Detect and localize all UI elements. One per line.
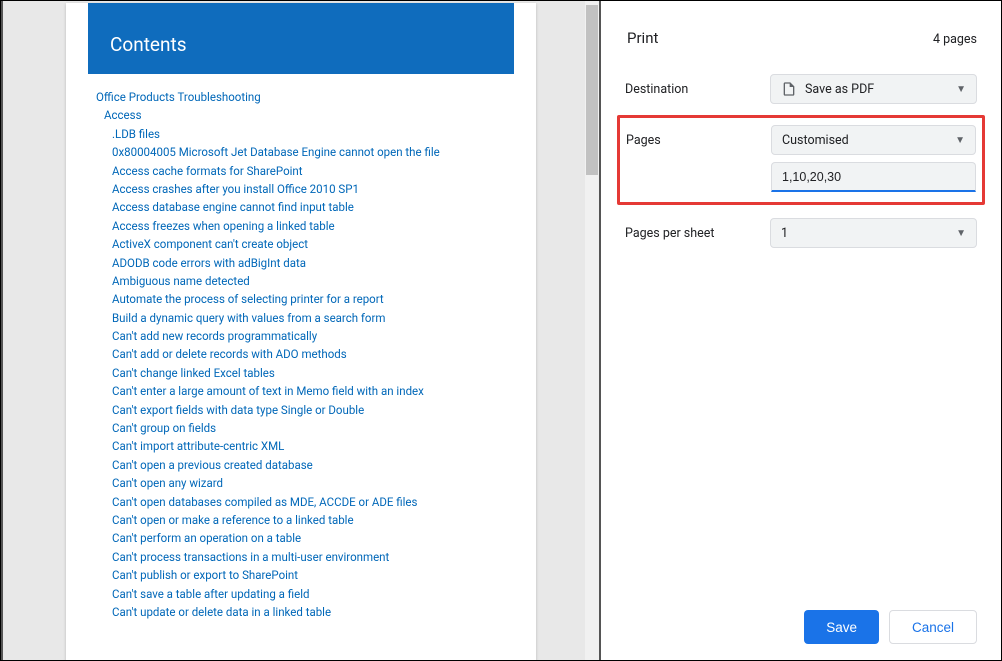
toc-link[interactable]: Can't process transactions in a multi-us… xyxy=(112,548,514,566)
pages-mode-dropdown[interactable]: Customised ▼ xyxy=(771,125,976,155)
toc-link[interactable]: .LDB files xyxy=(112,125,514,143)
destination-dropdown[interactable]: Save as PDF ▼ xyxy=(770,74,977,104)
toc-link[interactable]: Can't group on fields xyxy=(112,419,514,437)
print-settings-pane: Print 4 pages Destination Save as PDF ▼ xyxy=(601,1,1001,660)
preview-scrollbar-thumb[interactable] xyxy=(586,5,598,175)
toc-link[interactable]: Can't open any wizard xyxy=(112,474,514,492)
toc-link[interactable]: ADODB code errors with adBigInt data xyxy=(112,254,514,272)
toc-link[interactable]: Can't enter a large amount of text in Me… xyxy=(112,382,514,400)
toc-link[interactable]: Can't perform an operation on a table xyxy=(112,529,514,547)
print-preview-pane: Contents Office Products Troubleshooting… xyxy=(1,1,601,660)
pages-per-sheet-label: Pages per sheet xyxy=(625,226,770,241)
page-count: 4 pages xyxy=(933,32,977,47)
toc-link[interactable]: Can't publish or export to SharePoint xyxy=(112,566,514,584)
cancel-button[interactable]: Cancel xyxy=(889,610,977,644)
toc-link[interactable]: Build a dynamic query with values from a… xyxy=(112,309,514,327)
pages-per-sheet-value: 1 xyxy=(781,226,788,241)
toc-link[interactable]: Can't save a table after updating a fiel… xyxy=(112,585,514,603)
toc-link[interactable]: Access xyxy=(104,106,514,124)
pages-mode-value: Customised xyxy=(782,133,849,148)
toc-link[interactable]: Access database engine cannot find input… xyxy=(112,198,514,216)
destination-label: Destination xyxy=(625,82,770,97)
toc-link[interactable]: Can't open or make a reference to a link… xyxy=(112,511,514,529)
pages-per-sheet-dropdown[interactable]: 1 ▼ xyxy=(770,218,977,248)
pages-input[interactable] xyxy=(771,162,976,192)
toc-link[interactable]: Can't add new records programmatically xyxy=(112,327,514,345)
preview-scrollbar[interactable] xyxy=(585,1,599,660)
toc-link[interactable]: Ambiguous name detected xyxy=(112,272,514,290)
chevron-down-icon: ▼ xyxy=(955,135,965,146)
print-title: Print xyxy=(627,29,658,47)
toc-link[interactable]: Access freezes when opening a linked tab… xyxy=(112,217,514,235)
destination-value: Save as PDF xyxy=(805,82,874,97)
pdf-icon xyxy=(781,81,797,97)
toc-link[interactable]: Access crashes after you install Office … xyxy=(112,180,514,198)
preview-scroll-area[interactable]: Contents Office Products Troubleshooting… xyxy=(3,1,599,660)
toc-link[interactable]: 0x80004005 Microsoft Jet Database Engine… xyxy=(112,143,514,161)
toc-link[interactable]: Can't export fields with data type Singl… xyxy=(112,401,514,419)
toc-link[interactable]: Can't update or delete data in a linked … xyxy=(112,603,514,621)
preview-page: Contents Office Products Troubleshooting… xyxy=(66,3,536,660)
toc-link[interactable]: ActiveX component can't create object xyxy=(112,235,514,253)
contents-header: Contents xyxy=(88,3,514,74)
toc-link[interactable]: Automate the process of selecting printe… xyxy=(112,290,514,308)
chevron-down-icon: ▼ xyxy=(956,84,966,95)
toc-link[interactable]: Access cache formats for SharePoint xyxy=(112,162,514,180)
pages-highlight: Pages Customised ▼ xyxy=(617,115,985,205)
toc-link[interactable]: Can't import attribute-centric XML xyxy=(112,437,514,455)
pages-label: Pages xyxy=(626,133,771,148)
toc-link[interactable]: Can't open a previous created database xyxy=(112,456,514,474)
chevron-down-icon: ▼ xyxy=(956,228,966,239)
toc-link[interactable]: Can't add or delete records with ADO met… xyxy=(112,345,514,363)
toc-link[interactable]: Can't open databases compiled as MDE, AC… xyxy=(112,493,514,511)
toc-link[interactable]: Office Products Troubleshooting xyxy=(96,88,514,106)
toc-link[interactable]: Can't change linked Excel tables xyxy=(112,364,514,382)
table-of-contents: Office Products TroubleshootingAccess.LD… xyxy=(66,74,536,621)
save-button[interactable]: Save xyxy=(804,610,879,644)
